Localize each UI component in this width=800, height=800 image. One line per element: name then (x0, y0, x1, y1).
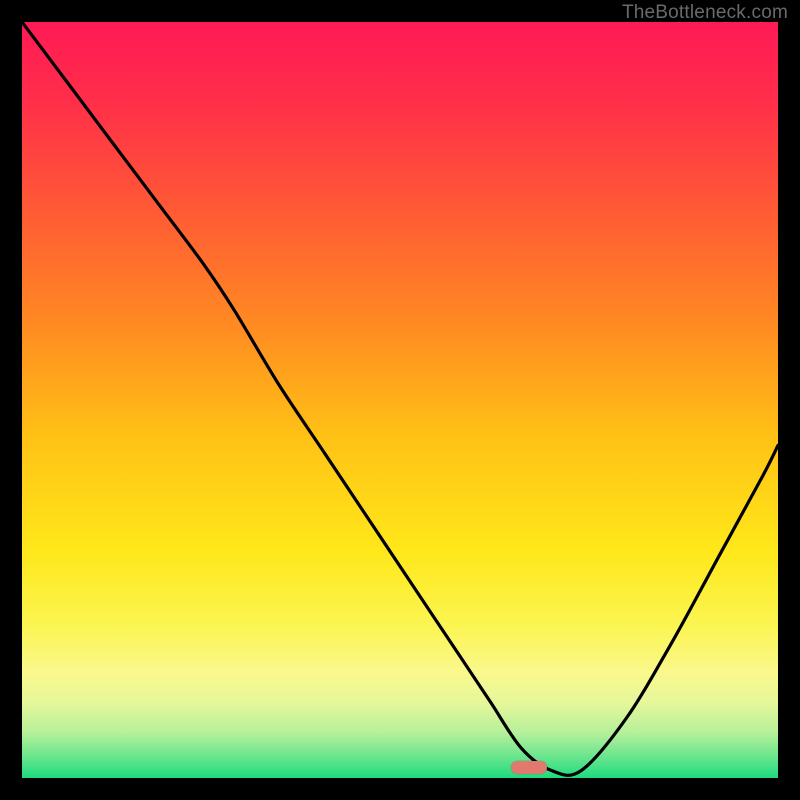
watermark-text: TheBottleneck.com (622, 2, 788, 24)
chart-frame: TheBottleneck.com (0, 0, 800, 800)
plot-area (22, 22, 778, 778)
background-gradient (22, 22, 778, 778)
optimal-marker (511, 761, 547, 774)
